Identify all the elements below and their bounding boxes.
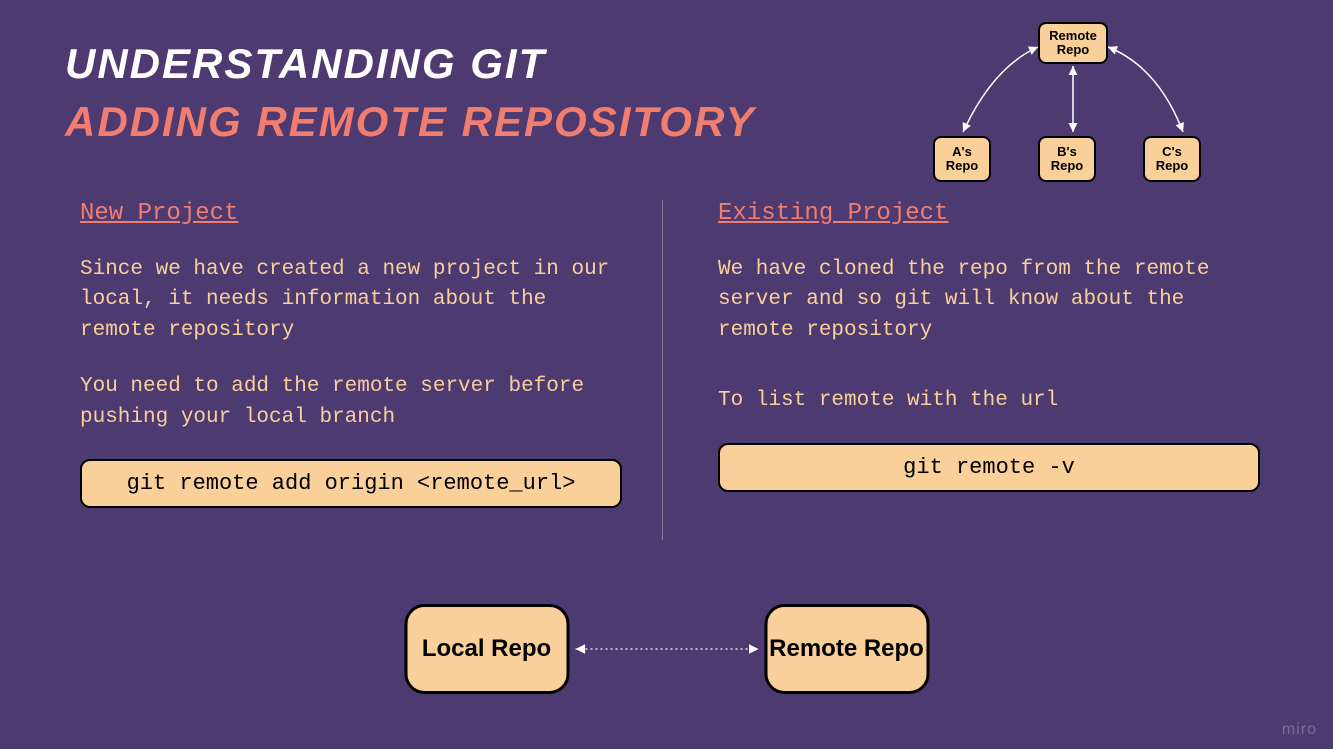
tree-a-repo: A's Repo <box>933 136 991 182</box>
tree-b-repo: B's Repo <box>1038 136 1096 182</box>
repo-tree-diagram: Remote Repo A's Repo B's Repo C's Repo <box>933 22 1213 182</box>
content-columns: New Project Since we have created a new … <box>80 200 1260 540</box>
git-remote-list-command: git remote -v <box>718 443 1260 492</box>
existing-project-heading: Existing Project <box>718 200 1260 227</box>
new-project-desc-1: Since we have created a new project in o… <box>80 255 622 346</box>
bottom-repo-pair: Local Repo Remote Repo <box>404 604 929 694</box>
existing-project-column: Existing Project We have cloned the repo… <box>663 200 1260 540</box>
local-repo-box: Local Repo <box>404 604 569 694</box>
tree-remote-repo: Remote Repo <box>1038 22 1108 64</box>
git-remote-add-command: git remote add origin <remote_url> <box>80 459 622 508</box>
existing-project-desc-2: To list remote with the url <box>718 386 1260 416</box>
miro-watermark: miro <box>1282 721 1317 739</box>
new-project-desc-2: You need to add the remote server before… <box>80 372 622 433</box>
tree-c-repo: C's Repo <box>1143 136 1201 182</box>
page-subtitle: Adding Remote Repository <box>65 98 756 146</box>
page-title: Understanding Git <box>65 40 756 88</box>
remote-repo-box: Remote Repo <box>764 604 929 694</box>
bidirectional-arrow-icon <box>569 639 764 659</box>
existing-project-desc-1: We have cloned the repo from the remote … <box>718 255 1260 346</box>
new-project-heading: New Project <box>80 200 622 227</box>
title-block: Understanding Git Adding Remote Reposito… <box>65 40 756 146</box>
new-project-column: New Project Since we have created a new … <box>80 200 662 540</box>
